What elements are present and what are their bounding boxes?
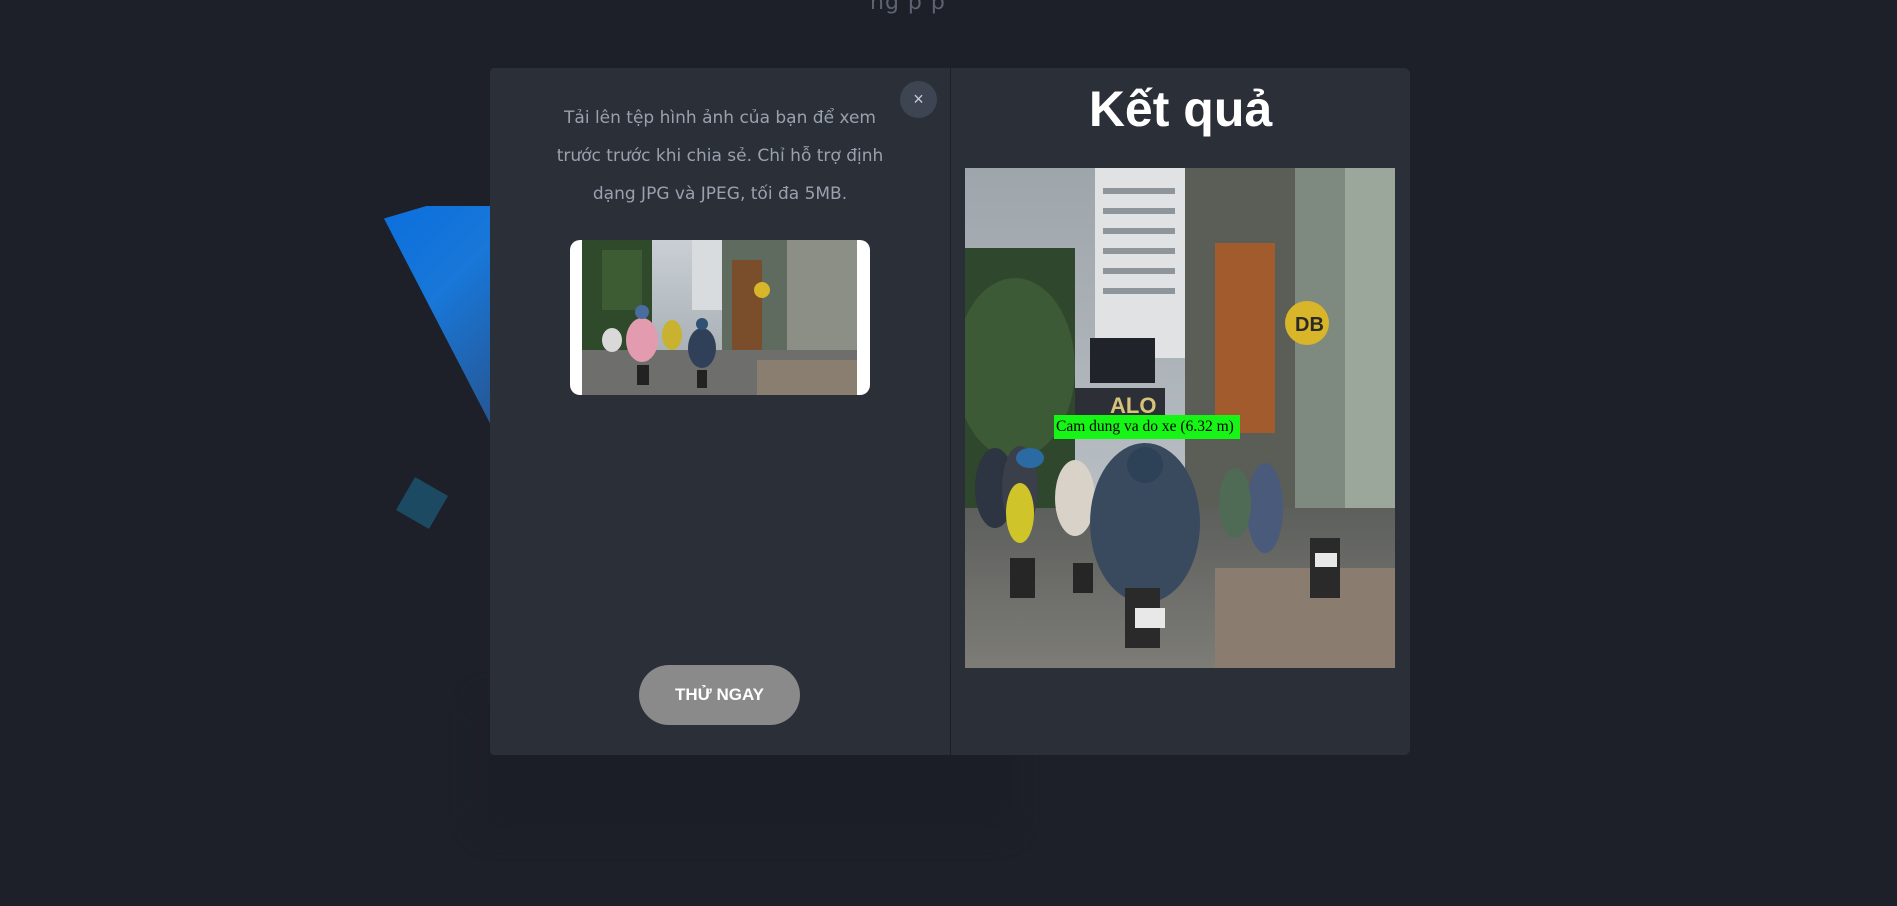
background-partial-heading: ng p p [870,0,946,15]
svg-text:DB: DB [1295,314,1324,336]
decorative-square [396,477,448,529]
upload-description: Tải lên tệp hình ảnh của bạn để xem trướ… [556,108,884,204]
close-icon[interactable]: × [900,81,937,118]
detection-label: Cam dung va do xe (6.32 m) [1054,415,1240,439]
result-title: Kết quả [1088,81,1273,137]
decorative-blue-triangle [384,206,494,431]
upload-preview[interactable] [570,240,870,395]
try-now-button[interactable]: THỬ NGAY [639,665,800,725]
uploaded-street-image [582,240,857,395]
